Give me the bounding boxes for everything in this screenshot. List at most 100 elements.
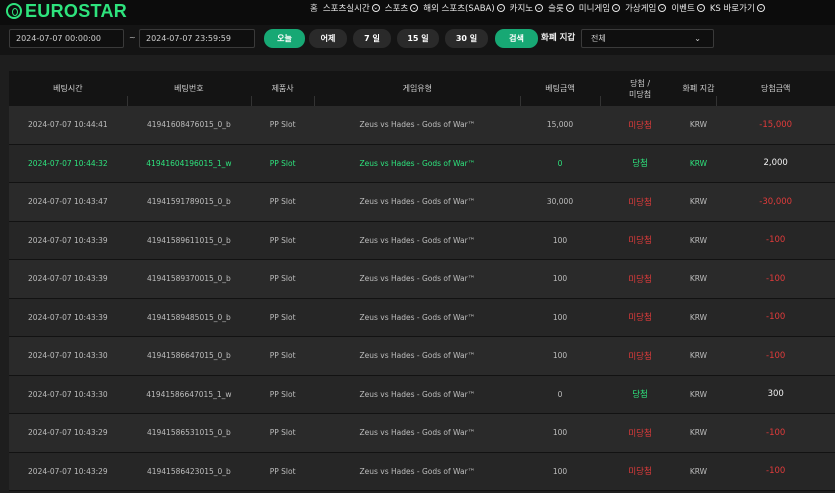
- header-wallet: 화폐 지갑: [682, 84, 715, 93]
- cell-result: 미당첨: [628, 120, 652, 131]
- cell-game-type: Zeus vs Hades - Gods of War™: [359, 158, 476, 168]
- cell-bet-time: 2024-07-07 10:43:30: [28, 389, 108, 399]
- table-row: 2024-07-07 10:43:39 41941589485015_0_b PP …: [9, 298, 835, 337]
- header-game-type: 게임유형: [314, 71, 520, 106]
- cell-bet-time: 2024-07-07 10:43:30: [28, 351, 108, 361]
- 15-days-button[interactable]: 15 일: [397, 29, 439, 48]
- table-body: 2024-07-07 10:44:41 41941608476015_0_b PP …: [9, 106, 835, 491]
- header-result-line2: 미당첨: [629, 89, 652, 99]
- search-button[interactable]: 검색: [495, 29, 538, 48]
- cell-game-type: Zeus vs Hades - Gods of War™: [359, 120, 476, 130]
- cell-wallet: KRW: [689, 235, 708, 245]
- header-win-amount: 당첨금액: [716, 71, 835, 106]
- cell-win-amount: 300: [767, 389, 784, 400]
- nav-item-label: 스포츠실시간: [322, 4, 370, 14]
- cell-bet-time: 2024-07-07 10:43:39: [28, 274, 108, 284]
- cell-win-amount: -100: [766, 273, 786, 284]
- cell-win-amount: -100: [766, 235, 786, 246]
- bet-history-table: 베팅시간 베팅번호 제품사 게임유형 베팅금액 당첨 / 미당첨 화폐 지갑 당…: [9, 71, 835, 491]
- nav-item-label: 카지노: [509, 4, 534, 14]
- cell-bet-number: 41941604196015_1_w: [146, 158, 232, 168]
- cell-win-amount: -100: [766, 466, 786, 477]
- cell-provider: PP Slot: [269, 351, 296, 361]
- eurostar-logo[interactable]: EUROSTAR: [6, 0, 127, 22]
- header-bet-amount: 베팅금액: [520, 71, 599, 106]
- nav-item-label: 해외 스포츠(SABA): [423, 4, 495, 14]
- cell-provider: PP Slot: [269, 312, 296, 322]
- nav-item-label: 홈: [310, 4, 318, 14]
- cell-provider: PP Slot: [269, 158, 296, 168]
- chevron-down-icon: ⌄: [658, 4, 667, 12]
- header-result-line1: 당첨 /: [630, 78, 651, 88]
- cell-wallet: KRW: [689, 274, 708, 284]
- logo-mark-icon: [6, 3, 22, 19]
- cell-wallet: KRW: [689, 428, 708, 438]
- 30-days-button[interactable]: 30 일: [445, 29, 488, 48]
- cell-game-type: Zeus vs Hades - Gods of War™: [359, 389, 476, 399]
- yesterday-button[interactable]: 어제: [309, 29, 347, 48]
- cell-wallet: KRW: [689, 197, 708, 207]
- cell-win-amount: 2,000: [763, 158, 788, 169]
- 7-days-button[interactable]: 7 일: [353, 29, 391, 48]
- nav-item[interactable]: 스포츠실시간 ⌄: [323, 2, 380, 14]
- cell-result: 당첨: [632, 390, 648, 401]
- chevron-down-icon: ⌄: [535, 4, 544, 12]
- filter-bar: 2024-07-07 00:00:00 ~ 2024-07-07 23:59:5…: [0, 25, 835, 55]
- nav-item[interactable]: 스포츠 ⌄: [384, 2, 419, 14]
- cell-bet-time: 2024-07-07 10:43:39: [28, 235, 108, 245]
- cell-bet-amount: 100: [552, 351, 568, 361]
- nav-item[interactable]: 카지노 ⌄: [509, 2, 544, 14]
- table-row: 2024-07-07 10:43:29 41941586531015_0_b PP …: [9, 414, 835, 453]
- nav-item[interactable]: 미니게임 ⌄: [579, 2, 621, 14]
- cell-result: 당첨: [632, 159, 648, 170]
- nav-item-label: 스포츠: [384, 4, 409, 14]
- wallet-select[interactable]: 전체 ⌄: [581, 29, 714, 48]
- cell-win-amount: -30,000: [759, 196, 793, 207]
- cell-result: 미당첨: [628, 351, 652, 362]
- header-bet-time: 베팅시간: [53, 84, 83, 93]
- cell-bet-time: 2024-07-07 10:44:41: [28, 120, 108, 130]
- chevron-down-icon: ⌄: [696, 4, 705, 12]
- cell-bet-amount: 30,000: [546, 197, 574, 207]
- cell-bet-number: 41941608476015_0_b: [146, 120, 231, 130]
- nav-item-label: 가상게임: [625, 4, 657, 14]
- nav-item[interactable]: 가상게임 ⌄: [625, 2, 667, 14]
- cell-bet-amount: 100: [552, 428, 568, 438]
- cell-win-amount: -100: [766, 312, 786, 323]
- cell-bet-amount: 100: [552, 466, 568, 476]
- start-date-input[interactable]: 2024-07-07 00:00:00: [9, 29, 124, 48]
- nav-item-label: KS 바로가기: [709, 4, 755, 14]
- top-navigation-bar: EUROSTAR 홈 스포츠실시간 ⌄ 스포츠 ⌄ 해외 스포츠(SABA) ⌄ 카지노 ⌄ 슬롯…: [0, 0, 835, 25]
- table-row: 2024-07-07 10:44:32 41941604196015_1_w PP …: [9, 144, 835, 183]
- cell-win-amount: -15,000: [759, 119, 793, 130]
- chevron-down-icon: ⌄: [756, 4, 765, 12]
- end-date-input[interactable]: 2024-07-07 23:59:59: [139, 29, 255, 48]
- cell-provider: PP Slot: [269, 274, 296, 284]
- today-button[interactable]: 오늘: [264, 29, 305, 48]
- nav-item[interactable]: 이벤트 ⌄: [671, 2, 705, 14]
- nav-item[interactable]: 슬롯 ⌄: [548, 2, 574, 14]
- chevron-down-icon: ⌄: [694, 34, 701, 43]
- date-range-separator: ~: [129, 33, 136, 42]
- chevron-down-icon: ⌄: [565, 4, 574, 12]
- table-row: 2024-07-07 10:43:30 41941586647015_0_b PP …: [9, 337, 835, 376]
- nav-item[interactable]: 홈: [310, 2, 318, 14]
- table-row: 2024-07-07 10:43:30 41941586647015_1_w PP …: [9, 375, 835, 414]
- header-bet-number: 베팅번호: [126, 71, 251, 106]
- cell-provider: PP Slot: [269, 428, 296, 438]
- cell-game-type: Zeus vs Hades - Gods of War™: [359, 428, 476, 438]
- cell-provider: PP Slot: [269, 235, 296, 245]
- main-menu: 홈 스포츠실시간 ⌄ 스포츠 ⌄ 해외 스포츠(SABA) ⌄ 카지노 ⌄ 슬롯 ⌄ 미니게임 ⌄ 가상게…: [310, 0, 770, 16]
- cell-bet-number: 41941586647015_0_b: [146, 351, 231, 361]
- table-header: 베팅시간 베팅번호 제품사 게임유형 베팅금액 당첨 / 미당첨 화폐 지갑 당…: [9, 71, 835, 106]
- cell-wallet: KRW: [689, 120, 708, 130]
- nav-item[interactable]: KS 바로가기 ⌄: [710, 2, 765, 14]
- cell-result: 미당첨: [628, 467, 652, 478]
- cell-game-type: Zeus vs Hades - Gods of War™: [359, 466, 476, 476]
- table-row: 2024-07-07 10:43:39 41941589611015_0_b PP …: [9, 221, 835, 260]
- cell-bet-amount: 15,000: [546, 120, 574, 130]
- cell-bet-number: 41941586647015_1_w: [146, 389, 232, 399]
- cell-bet-amount: 100: [552, 274, 568, 284]
- nav-item-label: 슬롯: [548, 4, 564, 14]
- nav-item[interactable]: 해외 스포츠(SABA) ⌄: [423, 2, 505, 14]
